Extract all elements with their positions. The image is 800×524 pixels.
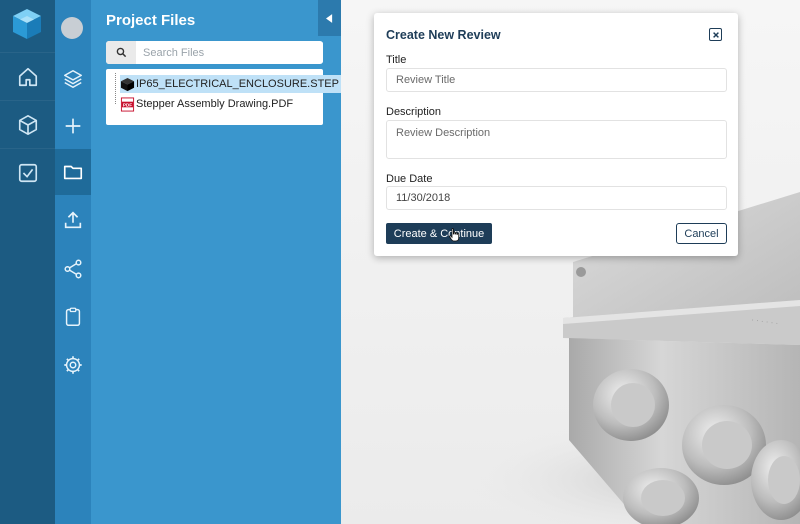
file-tree: IP65_ELECTRICAL_ENCLOSURE.STEP PDF Stepp…: [106, 69, 342, 125]
settings-button[interactable]: [55, 342, 91, 388]
svg-text:PDF: PDF: [123, 102, 132, 107]
primary-nav-rail: [0, 0, 55, 524]
hand-pointer-icon: [449, 228, 460, 242]
due-date-input[interactable]: [386, 186, 727, 210]
home-icon: [18, 67, 37, 86]
project-files-panel: Project Files IP65_ELECTRICAL_ENCLOSURE.…: [91, 0, 342, 524]
models-nav-button[interactable]: [0, 100, 55, 148]
share-button[interactable]: [55, 246, 91, 292]
collapse-panel-button[interactable]: [318, 0, 341, 36]
dialog-title: Create New Review: [386, 28, 501, 42]
file-search: [106, 41, 323, 64]
review-description-input[interactable]: [386, 120, 727, 159]
upload-button[interactable]: [55, 197, 91, 243]
avatar[interactable]: [61, 17, 83, 39]
upload-icon: [64, 211, 82, 229]
file-name: IP65_ELECTRICAL_ENCLOSURE.STEP: [136, 78, 339, 90]
cube-file-icon: [120, 77, 135, 91]
files-button[interactable]: [55, 149, 91, 195]
clipboard-button[interactable]: [55, 294, 91, 340]
secondary-tool-rail: [55, 0, 91, 524]
tasks-nav-button[interactable]: [0, 148, 55, 196]
create-continue-button[interactable]: Create & Continue: [386, 223, 492, 244]
folder-icon: [63, 165, 83, 180]
layers-icon: [64, 70, 82, 88]
description-label: Description: [386, 106, 442, 118]
plus-icon: [65, 118, 81, 134]
app-logo-icon[interactable]: [9, 6, 45, 42]
file-item-step[interactable]: IP65_ELECTRICAL_ENCLOSURE.STEP: [120, 75, 342, 93]
pdf-file-icon: PDF: [120, 96, 135, 112]
close-dialog-button[interactable]: [709, 28, 722, 41]
home-nav-button[interactable]: [0, 52, 55, 100]
panel-title: Project Files: [106, 12, 196, 29]
create-review-dialog: Create New Review Title Description Due …: [374, 13, 738, 256]
title-label: Title: [386, 54, 407, 66]
cancel-button[interactable]: Cancel: [676, 223, 727, 244]
search-icon: [106, 41, 136, 64]
clipboard-icon: [65, 307, 81, 326]
file-item-pdf[interactable]: PDF Stepper Assembly Drawing.PDF: [120, 95, 293, 113]
cube-icon: [18, 114, 37, 135]
add-button[interactable]: [55, 103, 91, 149]
share-icon: [64, 259, 82, 279]
close-icon: [712, 31, 719, 38]
file-name: Stepper Assembly Drawing.PDF: [136, 98, 294, 110]
due-date-label: Due Date: [386, 173, 433, 185]
review-title-input[interactable]: [386, 68, 727, 92]
checkbox-icon: [18, 163, 37, 182]
gear-icon: [64, 356, 82, 374]
search-input[interactable]: [136, 42, 323, 63]
chevron-left-icon: [326, 13, 333, 23]
layers-button[interactable]: [55, 56, 91, 102]
